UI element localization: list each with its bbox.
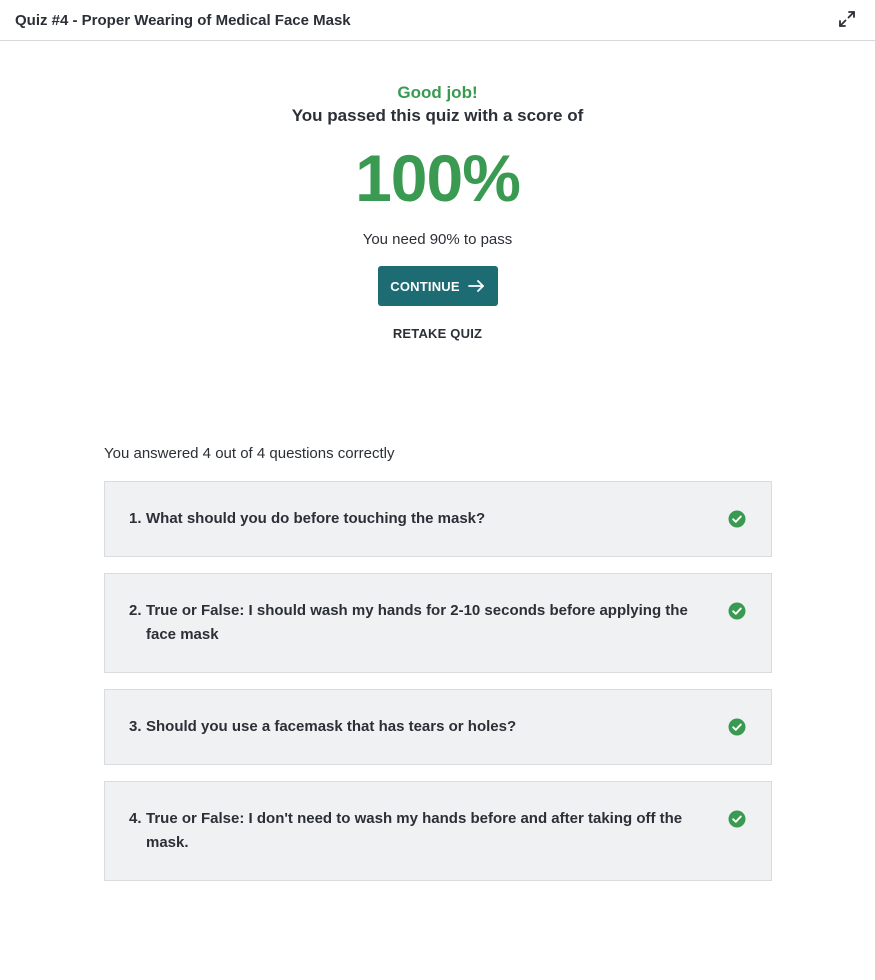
- check-circle-icon: [728, 602, 746, 620]
- question-text: True or False: I should wash my hands fo…: [146, 602, 688, 643]
- question-list: 1. What should you do before touching th…: [104, 481, 772, 897]
- pass-requirement: You need 90% to pass: [362, 231, 513, 248]
- question-number: 1.: [129, 510, 142, 527]
- score-value: 100%: [355, 141, 521, 215]
- question-number: 3.: [129, 718, 142, 735]
- quiz-title: Quiz #4 - Proper Wearing of Medical Face…: [15, 11, 351, 29]
- question-number: 4.: [129, 810, 142, 827]
- question-text: True or False: I don't need to wash my h…: [146, 810, 683, 851]
- result-message: You passed this quiz with a score of: [291, 106, 584, 125]
- check-circle-icon: [728, 510, 746, 528]
- check-circle-icon: [728, 810, 746, 828]
- retake-quiz-button[interactable]: RETAKE QUIZ: [378, 326, 498, 342]
- check-circle-icon: [728, 718, 746, 736]
- question-text: Should you use a facemask that has tears…: [146, 718, 517, 735]
- question-item[interactable]: 1. What should you do before touching th…: [104, 481, 772, 557]
- continue-button[interactable]: CONTINUE: [377, 266, 498, 306]
- expand-icon[interactable]: [835, 7, 859, 31]
- question-item[interactable]: 2. True or False: I should wash my hands…: [104, 573, 772, 673]
- question-number: 2.: [129, 602, 142, 619]
- arrow-right-icon: [467, 280, 484, 292]
- continue-label: CONTINUE: [390, 278, 460, 294]
- quiz-result: Good job! You passed this quiz with a sc…: [0, 82, 875, 342]
- answer-summary: You answered 4 out of 4 questions correc…: [104, 445, 395, 462]
- question-text: What should you do before touching the m…: [146, 510, 486, 527]
- question-item[interactable]: 4. True or False: I don't need to wash m…: [104, 781, 772, 881]
- result-headline: Good job!: [397, 83, 478, 102]
- quiz-header: Quiz #4 - Proper Wearing of Medical Face…: [0, 0, 875, 41]
- question-item[interactable]: 3. Should you use a facemask that has te…: [104, 689, 772, 765]
